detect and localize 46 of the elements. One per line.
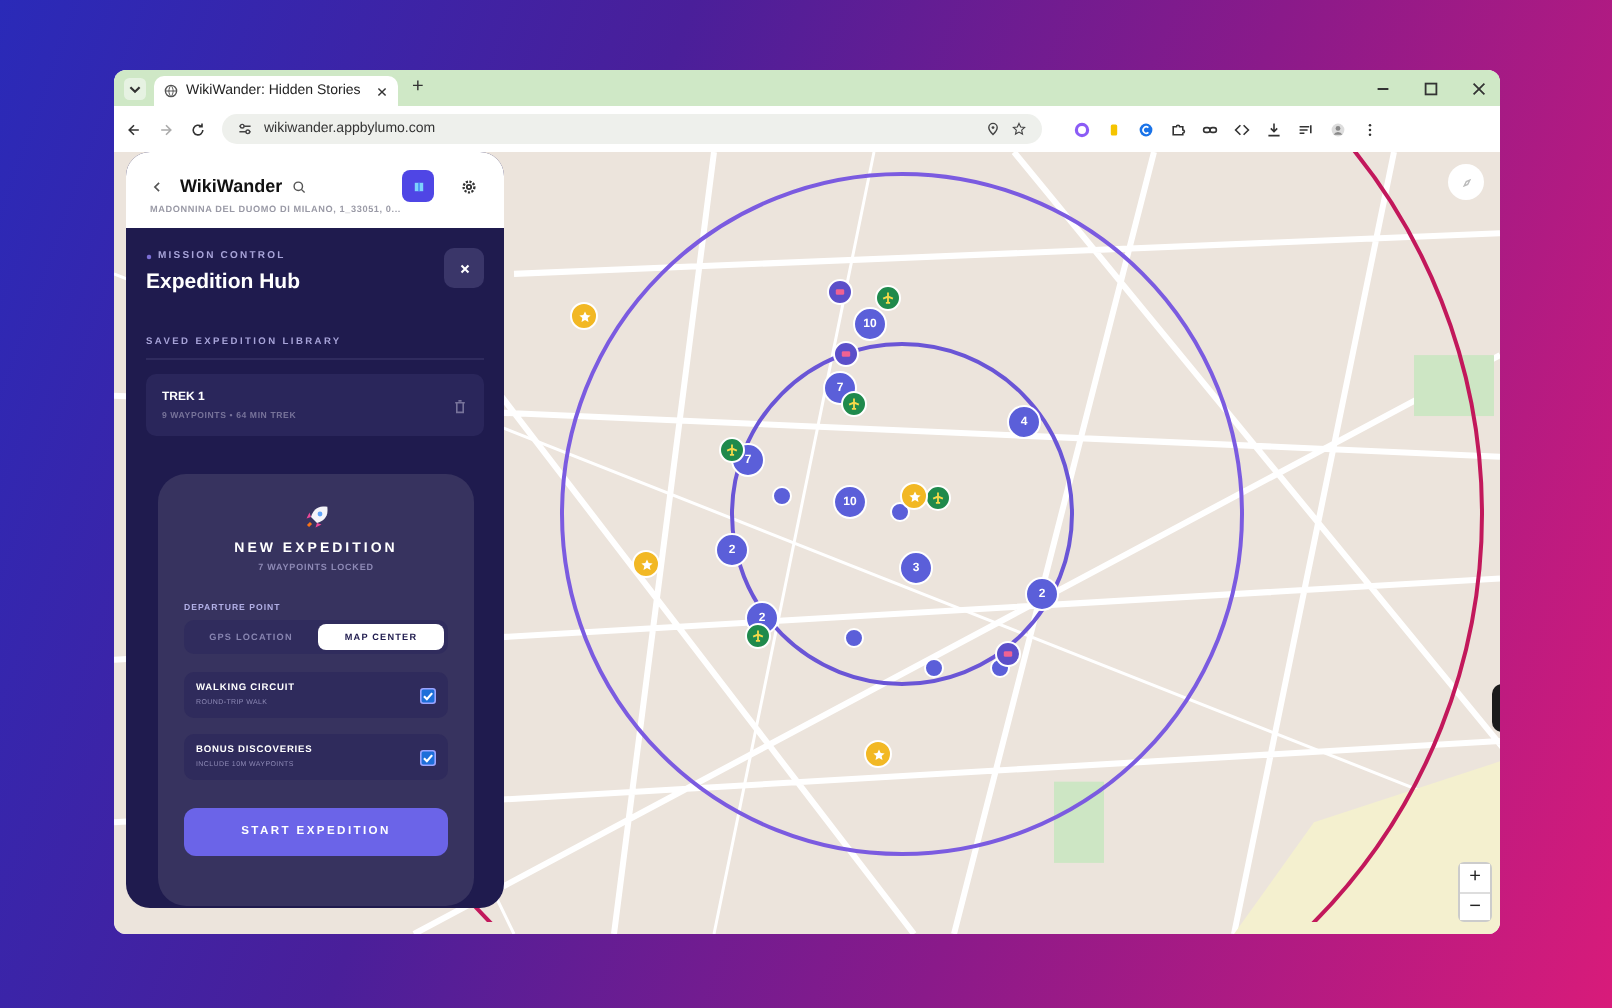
plane-icon [847,397,861,411]
profile-icon[interactable] [1330,121,1346,137]
code-icon[interactable] [1234,121,1250,137]
bullet-icon [146,253,152,259]
back-arrow-icon[interactable] [126,121,142,137]
reload-icon[interactable] [190,121,206,137]
close-icon[interactable] [1470,79,1488,97]
app-title: WikiWander [180,176,283,196]
media-icon[interactable] [1298,121,1314,137]
checkbox[interactable] [420,687,436,703]
ticket-icon [833,285,847,299]
location-pin-icon[interactable] [986,122,1000,136]
star-icon[interactable] [1012,122,1026,136]
trash-icon[interactable] [452,397,468,413]
link-icon[interactable] [1202,121,1218,137]
book-icon [411,179,425,193]
plane-icon [725,443,739,457]
back-chevron-icon[interactable] [150,179,164,193]
compass-icon [1459,175,1473,189]
checkbox[interactable] [420,749,436,765]
search-icon[interactable] [292,179,307,193]
panel-title: Expedition Hub [146,270,300,294]
plane-icon [881,291,895,305]
extension-icon[interactable] [1138,121,1154,137]
star-icon [871,747,885,761]
tune-icon[interactable] [238,122,252,136]
maximize-icon[interactable] [1422,79,1440,97]
plane-icon [751,629,765,643]
plane-icon [931,491,945,505]
star-icon [907,489,921,503]
library-button[interactable] [402,170,434,202]
puzzle-icon[interactable] [1170,121,1186,137]
close-button[interactable] [444,248,484,288]
new-tab-button[interactable]: + [406,78,430,98]
close-icon[interactable] [376,85,388,97]
ticket-icon [1001,647,1015,661]
ticket-icon [839,347,853,361]
rocket-icon [301,502,331,532]
chevron-down-icon[interactable] [124,77,146,99]
globe-icon [164,84,178,98]
star-icon [577,309,591,323]
close-icon [457,261,471,275]
download-icon[interactable] [1266,121,1282,137]
star-icon [639,557,653,571]
settings-icon[interactable] [460,177,478,195]
zoom-out-button[interactable]: − [1460,892,1490,920]
